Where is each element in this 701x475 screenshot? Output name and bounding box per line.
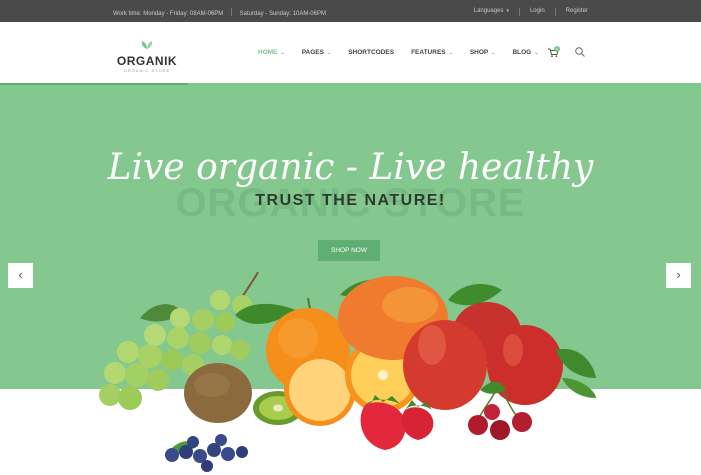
shop-now-button[interactable]: SHOP NOW — [318, 240, 380, 261]
chevron-down-icon: ⌄ — [491, 50, 496, 56]
search-icon[interactable] — [574, 46, 586, 58]
nav-label: SHOP — [469, 49, 489, 56]
divider — [230, 8, 232, 16]
nav-features[interactable]: FEATURES ⌄ — [411, 49, 453, 56]
slider-progress-bar — [0, 83, 188, 85]
nav-label: PAGES — [301, 49, 324, 56]
leaf-icon — [141, 41, 153, 49]
weekend-hours: Saturday - Sunday: 10AM-06PM — [239, 11, 326, 17]
language-label: Languages — [473, 8, 504, 14]
nav-pages[interactable]: PAGES ⌄ — [302, 49, 331, 56]
chevron-down-icon: ⌄ — [448, 50, 453, 56]
chevron-left-icon: ‹ — [18, 267, 23, 282]
nav-shortcodes[interactable]: SHORTCODES — [348, 49, 394, 56]
chevron-down-icon: ⌄ — [326, 50, 332, 56]
login-link[interactable]: Login — [530, 8, 545, 16]
nav-home[interactable]: HOME ⌄ — [258, 49, 285, 56]
logo-name: ORGANIK — [116, 54, 178, 68]
divider — [518, 8, 520, 16]
site-header: ORGANIK ORGANIC STORE HOME ⌄ PAGES ⌄ SHORT… — [0, 22, 701, 83]
chevron-down-icon: ⌄ — [280, 50, 285, 56]
chevron-right-icon: › — [676, 267, 681, 282]
blueberries-image — [165, 434, 248, 472]
cherries-image — [468, 381, 532, 440]
hero-script-heading: Live organic - Live healthy — [107, 147, 594, 188]
register-link[interactable]: Register — [566, 8, 588, 16]
weekday-hours: Work time: Monday - Friday: 08AM-06PM — [113, 11, 224, 17]
divider — [554, 8, 556, 16]
cart-count-badge: 0 — [554, 46, 560, 52]
chevron-down-icon: ▾ — [506, 8, 509, 14]
top-bar-links: Languages ▾ Login Register — [474, 8, 588, 16]
nav-shop[interactable]: SHOP ⌄ — [470, 49, 496, 56]
working-hours: Work time: Monday - Friday: 08AM-06PM Sa… — [113, 8, 326, 17]
nav-label: FEATURES — [411, 49, 446, 56]
hero-slider: ORGANIC STORE Live organic - Live health… — [0, 83, 701, 389]
nav-blog[interactable]: BLOG ⌄ — [512, 49, 538, 56]
slider-prev-button[interactable]: ‹ — [8, 263, 33, 288]
hero-title: TRUST THE NATURE! — [255, 192, 446, 209]
nav-label: BLOG — [512, 49, 532, 56]
nav-label: SHORTCODES — [348, 49, 395, 56]
top-bar: Work time: Monday - Friday: 08AM-06PM Sa… — [0, 0, 701, 22]
strawberry-image — [360, 395, 434, 450]
nav-label: HOME — [258, 49, 278, 56]
chevron-down-icon: ⌄ — [534, 50, 539, 56]
logo-tagline: ORGANIC STORE — [123, 68, 171, 73]
slider-next-button[interactable]: › — [666, 263, 691, 288]
main-nav: HOME ⌄ PAGES ⌄ SHORTCODES FEATURES ⌄ SHOP ⌄ … — [258, 49, 538, 56]
logo[interactable]: ORGANIK ORGANIC STORE — [113, 37, 181, 73]
language-selector[interactable]: Languages ▾ — [474, 8, 509, 16]
